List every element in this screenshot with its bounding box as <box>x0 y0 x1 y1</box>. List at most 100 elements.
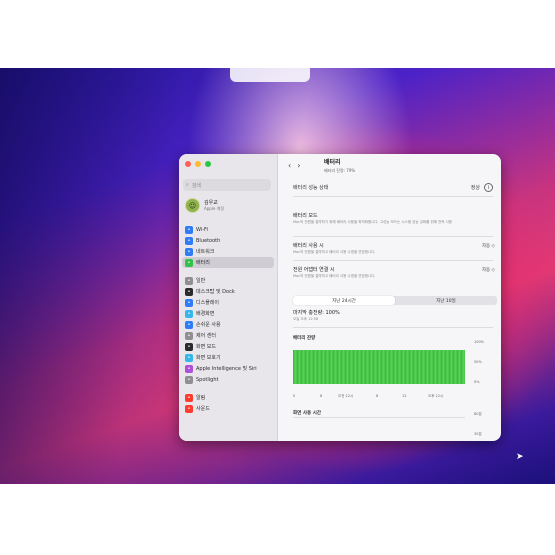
battery-level-bar <box>435 350 436 384</box>
battery-level-bar <box>321 350 322 384</box>
sound-icon: • <box>185 404 193 413</box>
sidebar-item[interactable]: • 배터리 <box>182 257 274 268</box>
battery-mode-desc: Mac의 전원을 절약하기 위해 배터리 사용을 최적화합니다. 고성능 모드는… <box>293 220 453 224</box>
sidebar-item[interactable]: • 네트워크 <box>182 246 274 257</box>
battery-level-bar <box>333 350 334 384</box>
x-axis-label: 6 <box>376 394 379 398</box>
window-controls <box>185 161 211 167</box>
y-axis-label: 50% <box>474 360 482 364</box>
battery-level-bar <box>371 350 372 384</box>
battery-level-bar <box>445 350 446 384</box>
sidebar-item[interactable]: • Apple Intelligence 및 Siri <box>182 363 274 374</box>
last-charge-time: 오늘 오후 12:58 <box>293 317 319 321</box>
back-icon[interactable]: ‹ <box>288 161 291 170</box>
battery-level-bar <box>407 350 408 384</box>
battery-level-bar <box>311 350 312 384</box>
screen-time-chart <box>293 417 465 441</box>
sidebar-item[interactable]: • 화면 보호기 <box>182 352 274 363</box>
screen-y-label: 60분 <box>474 412 482 416</box>
sidebar-item[interactable]: • 손쉬운 사용 <box>182 319 274 330</box>
wallpaper-icon: • <box>185 309 193 318</box>
photo-frame-bottom <box>0 484 555 555</box>
y-axis-label: 0% <box>474 380 480 384</box>
battery-level-bar <box>389 350 390 384</box>
tab-last-24-hours[interactable]: 지난 24시간 <box>293 296 395 305</box>
battery-level-bar <box>447 350 448 384</box>
battery-level-bar <box>353 350 354 384</box>
battery-level-bar <box>399 350 400 384</box>
appearance-icon: • <box>185 342 193 351</box>
battery-level-bar <box>305 350 306 384</box>
battery-level-bar <box>411 350 412 384</box>
forward-icon[interactable]: › <box>297 161 300 170</box>
battery-level-bar <box>339 350 340 384</box>
spotlight-icon: • <box>185 375 193 384</box>
avatar: ☺ <box>185 198 200 213</box>
sidebar-item[interactable]: • 디스플레이 <box>182 297 274 308</box>
search-icon: ⌕ <box>186 182 189 188</box>
battery-level-bar <box>423 350 424 384</box>
sidebar-item[interactable]: • 알림 <box>182 392 274 403</box>
power-adapter-desc: Mac의 전원을 절약하고 배터리 사용 수명을 연장합니다. <box>293 274 376 278</box>
battery-level-bar <box>295 350 296 384</box>
sidebar-item[interactable]: • 사운드 <box>182 403 274 414</box>
battery-level-bar <box>409 350 410 384</box>
battery-level-bar <box>429 350 430 384</box>
battery-level-bar <box>323 350 324 384</box>
battery-level-bar <box>303 350 304 384</box>
tab-last-10-days[interactable]: 지난 10일 <box>395 296 497 305</box>
battery-level-bar <box>315 350 316 384</box>
sidebar-item[interactable]: • 제어 센터 <box>182 330 274 341</box>
info-icon[interactable]: i <box>484 183 493 192</box>
x-axis-label: 오후 12시 <box>428 394 444 398</box>
power-adapter-title: 전원 어댑터 연결 시 <box>293 267 335 273</box>
battery-health-value: 정상 <box>470 185 480 191</box>
sidebar-item-label: 사운드 <box>196 406 210 412</box>
battery-level-bar <box>319 350 320 384</box>
sidebar-item[interactable]: • Bluetooth <box>182 235 274 246</box>
sidebar-item[interactable]: • 배경화면 <box>182 308 274 319</box>
close-button[interactable] <box>185 161 191 167</box>
zoom-button[interactable] <box>205 161 211 167</box>
battery-level-bar <box>329 350 330 384</box>
battery-level-bar <box>313 350 314 384</box>
sidebar-item-label: 데스크탑 및 Dock <box>196 289 235 295</box>
sidebar-item[interactable]: • Spotlight <box>182 374 274 385</box>
apple-account[interactable]: ☺ 김우교 Apple 계정 <box>185 198 224 213</box>
battery-level-bar <box>439 350 440 384</box>
battery-level-bar <box>421 350 422 384</box>
battery-level-bar <box>351 350 352 384</box>
sidebar-item[interactable]: • 데스크탑 및 Dock <box>182 286 274 297</box>
battery-level-bar <box>385 350 386 384</box>
sidebar-item[interactable]: • Wi-Fi <box>182 224 274 235</box>
battery-level-bar <box>343 350 344 384</box>
battery-pane: ‹ › 배터리 배터리 잔량: 79% 배터리 성능 상태 정상 i 배터리 모… <box>278 154 501 441</box>
sidebar-item[interactable]: • 화면 모드 <box>182 341 274 352</box>
sidebar-item-label: 화면 모드 <box>196 344 216 350</box>
search-input[interactable]: ⌕ 검색 <box>183 179 271 191</box>
battery-level-bar <box>437 350 438 384</box>
sidebar-item[interactable]: • 일반 <box>182 275 274 286</box>
power-adapter-select[interactable]: 자동 ◇ <box>482 267 495 273</box>
battery-level-bar <box>393 350 394 384</box>
mouse-pointer-icon: ➤ <box>516 452 524 462</box>
battery-level-bar <box>459 350 460 384</box>
x-axis-label: 6 <box>320 394 323 398</box>
battery-level-bar <box>347 350 348 384</box>
battery-level-bar <box>335 350 336 384</box>
accessibility-icon: • <box>185 320 193 329</box>
y-axis-label: 100% <box>474 340 485 344</box>
on-battery-select[interactable]: 자동 ◇ <box>482 243 495 249</box>
battery-level-bar <box>383 350 384 384</box>
battery-level-bar <box>401 350 402 384</box>
battery-level-bar <box>443 350 444 384</box>
divider <box>293 327 493 328</box>
sidebar-item-label: Wi-Fi <box>196 226 208 233</box>
screensaver-icon: • <box>185 353 193 362</box>
minimize-button[interactable] <box>195 161 201 167</box>
battery-level-bar <box>375 350 376 384</box>
sidebar-item-label: 배경화면 <box>196 311 215 317</box>
x-axis-label: 0 <box>293 394 296 398</box>
battery-level-bar <box>457 350 458 384</box>
